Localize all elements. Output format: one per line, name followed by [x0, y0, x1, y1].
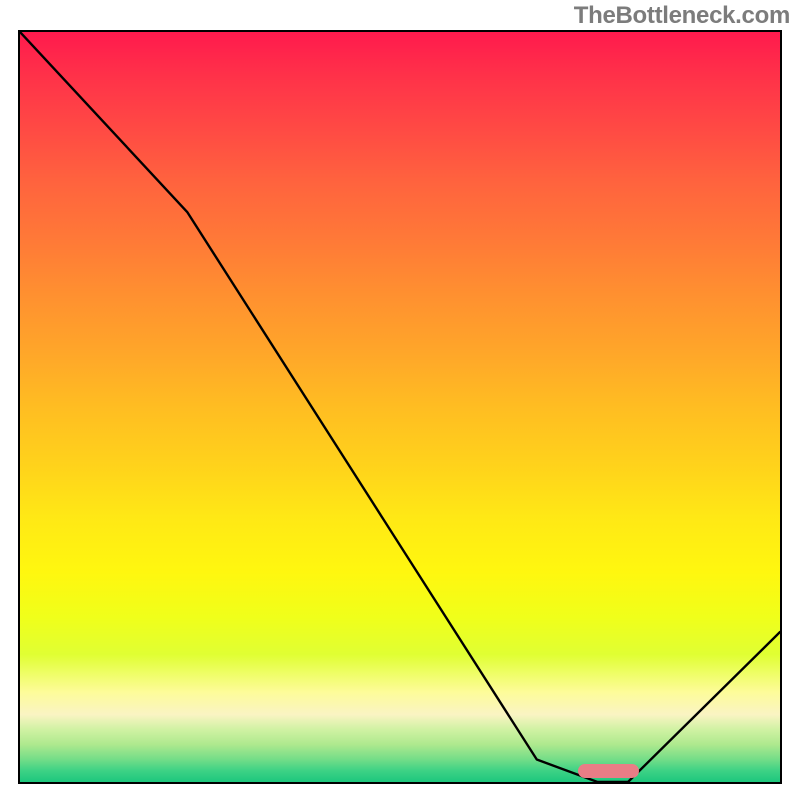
watermark-text: TheBottleneck.com	[574, 2, 790, 30]
optimal-marker	[578, 764, 639, 778]
plot-area	[18, 30, 782, 784]
chart-container: TheBottleneck.com	[0, 0, 800, 800]
bottleneck-curve	[20, 32, 780, 782]
curve-path	[20, 32, 780, 782]
